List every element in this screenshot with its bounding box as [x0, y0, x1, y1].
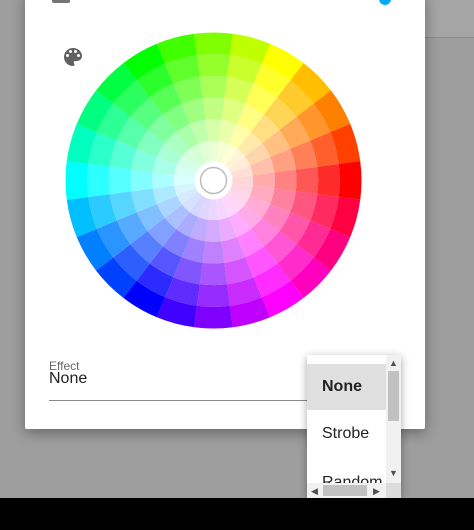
color-wheel-handle[interactable]	[199, 166, 228, 195]
color-wheel-segment[interactable]	[130, 169, 153, 192]
color-wheel-segment[interactable]	[295, 166, 319, 195]
effect-option-random[interactable]: Random	[307, 460, 386, 483]
vertical-scrollbar[interactable]: ▲ ▼	[386, 355, 401, 483]
scroll-down-icon[interactable]: ▼	[386, 467, 401, 479]
color-wheel-segment[interactable]	[202, 241, 225, 264]
color-wheel-segment[interactable]	[108, 166, 132, 195]
effect-options-list[interactable]: None Strobe Random	[307, 355, 386, 483]
horizontal-scrollbar[interactable]: ◀ ▶	[307, 483, 386, 498]
white-level-slider-thumb[interactable]	[379, 0, 391, 5]
color-wheel-segment[interactable]	[202, 97, 225, 120]
effect-dropdown[interactable]: None Strobe Random ▲ ▼ ◀ ▶	[307, 355, 401, 498]
color-wheel-segment[interactable]	[199, 262, 228, 286]
background-panel	[425, 0, 474, 38]
color-wheel-segment[interactable]	[87, 164, 110, 197]
horizontal-scroll-thumb[interactable]	[323, 485, 367, 496]
color-wheel-segment[interactable]	[199, 75, 228, 99]
color-wheel-segment[interactable]	[338, 161, 362, 200]
effect-option-none[interactable]: None	[307, 364, 386, 410]
color-wheel-segment[interactable]	[65, 161, 89, 200]
scroll-left-icon[interactable]: ◀	[307, 485, 322, 497]
color-wheel-segment[interactable]	[252, 172, 275, 189]
color-wheel-segment[interactable]	[152, 172, 175, 189]
color-wheel-segment[interactable]	[205, 119, 222, 142]
effect-select-underline	[49, 400, 311, 401]
color-wheel-segment[interactable]	[194, 305, 233, 329]
white-channel-icon: W	[52, 0, 70, 3]
color-wheel-segment[interactable]	[274, 169, 297, 192]
vertical-scroll-thumb[interactable]	[388, 371, 399, 421]
effect-select[interactable]: None	[49, 370, 87, 388]
bottom-bar	[0, 498, 474, 530]
color-wheel-segment[interactable]	[197, 54, 230, 77]
color-wheel-segment[interactable]	[317, 164, 340, 197]
scrollbar-corner	[386, 483, 401, 498]
color-wheel-segment[interactable]	[194, 32, 233, 56]
color-wheel[interactable]	[65, 32, 362, 329]
color-wheel-segment[interactable]	[197, 284, 230, 307]
color-wheel-segment[interactable]	[205, 219, 222, 242]
scroll-right-icon[interactable]: ▶	[369, 485, 384, 497]
effect-option-strobe[interactable]: Strobe	[307, 411, 386, 457]
scroll-up-icon[interactable]: ▲	[386, 357, 401, 369]
